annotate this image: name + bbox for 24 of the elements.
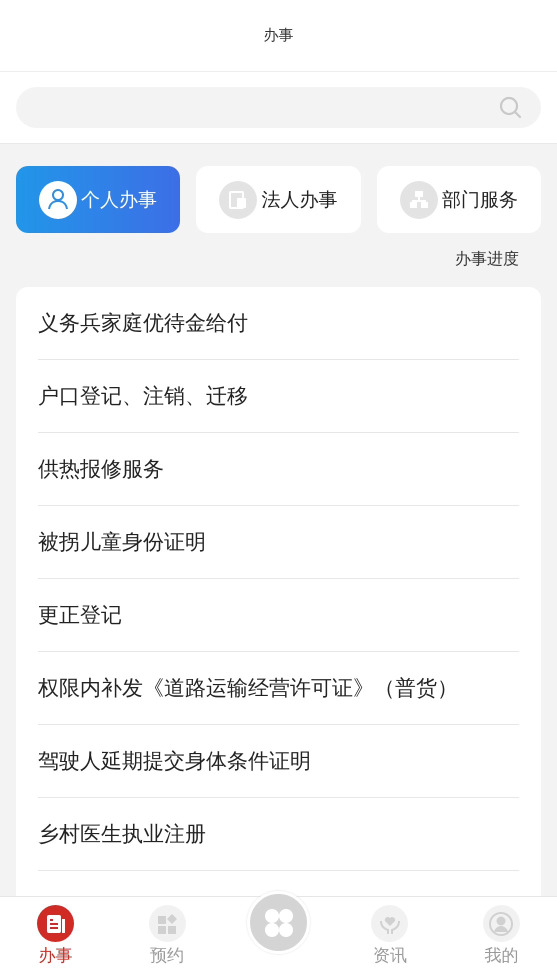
page-title: 办事 (264, 26, 294, 45)
service-item[interactable]: 驾驶人延期提交身体条件证明 (38, 725, 519, 798)
search-field[interactable] (16, 87, 541, 128)
category-tab[interactable]: 部门服务 (376, 166, 541, 233)
service-item[interactable]: 户口登记、注销、迁移 (38, 360, 519, 433)
category-tab[interactable]: 法人办事 (196, 166, 361, 233)
tab-bar-item[interactable]: 办事 (0, 897, 112, 976)
hierarchy-icon (400, 180, 438, 218)
stack-icon (219, 180, 258, 218)
service-item[interactable]: 义务兵家庭优待金给付 (38, 287, 519, 360)
document-icon (44, 912, 67, 934)
grid-icon (156, 912, 178, 934)
clover-icon (264, 908, 294, 938)
category-tab[interactable]: 个人办事 (16, 166, 180, 233)
service-item[interactable]: 被拐儿童身份证明 (38, 506, 519, 579)
center-button[interactable] (247, 891, 310, 954)
service-item[interactable]: 权限内补发《道路运输经营许可证》（普货） (38, 652, 519, 725)
service-item[interactable]: 供热报修服务 (38, 433, 519, 506)
progress-link[interactable]: 办事进度 (455, 249, 519, 270)
search-icon (499, 96, 523, 120)
user-icon (488, 910, 514, 936)
service-item[interactable]: 乡村医生执业注册 (38, 798, 519, 871)
service-item[interactable]: 更正登记 (38, 579, 519, 652)
person-icon (39, 180, 78, 218)
